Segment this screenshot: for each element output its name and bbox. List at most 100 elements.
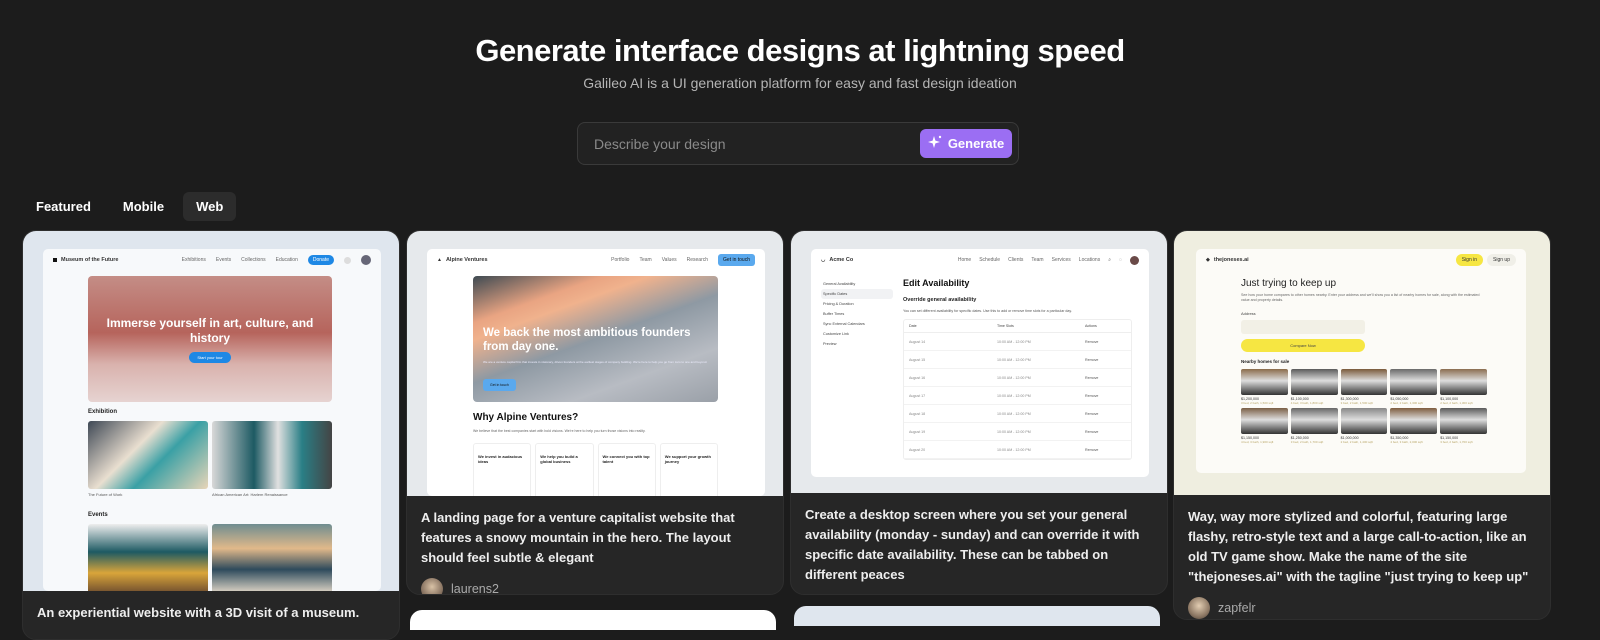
- table-cell: 10:00 AM - 12:00 PM: [997, 357, 1031, 362]
- preview-avatar: [1130, 255, 1139, 265]
- preview-compare-button: Compare Now: [1241, 339, 1365, 352]
- preview-brand: thejoneses.ai: [1213, 257, 1249, 263]
- design-card-availability[interactable]: ◡ Acme Co Home Schedule Clients Team Serv…: [790, 230, 1168, 595]
- table-cell: 10:00 AM - 12:00 PM: [997, 393, 1031, 398]
- sidebar-item: Preview: [823, 342, 837, 346]
- home-listing: $1,000,000 2 bed, 2 bath, 1,400 sqft: [1340, 408, 1388, 444]
- event-image: [88, 524, 208, 591]
- preview-nav: ◡ Acme Co Home Schedule Clients Team Serv…: [811, 249, 1149, 271]
- design-prompt-box: Generate: [577, 122, 1019, 165]
- remove-link: Remove: [1085, 357, 1099, 362]
- table-cell: 10:00 AM - 12:00 PM: [997, 339, 1031, 344]
- card-preview[interactable]: ◡ Acme Co Home Schedule Clients Team Serv…: [791, 231, 1167, 493]
- card-caption: An experiential website with a 3D visit …: [37, 605, 360, 620]
- logo-icon: [53, 258, 57, 262]
- author-name[interactable]: zapfelr: [1218, 601, 1256, 615]
- column-header: Time Slots: [997, 324, 1014, 328]
- preview-hero-text: We are a venture capital firm that inves…: [483, 360, 708, 364]
- preview-nav-link: Exhibitions: [181, 257, 206, 263]
- card-author[interactable]: abbyc: [791, 585, 1167, 594]
- card-caption: A landing page for a venture capitalist …: [421, 510, 735, 565]
- preview-nav-link: Team: [1031, 257, 1044, 263]
- home-details: 3 bed, 2 bath, 1,700 sqft: [1440, 440, 1473, 444]
- preview-address-label: Address: [1241, 311, 1256, 316]
- generate-button[interactable]: Generate: [920, 129, 1012, 158]
- preview-nav-link: Research: [686, 257, 709, 263]
- home-details: 4 bed, 3 bath, 2,000 sqft: [1390, 440, 1423, 444]
- column-header: Actions: [1085, 324, 1097, 328]
- preview-subtitle: Override general availability: [903, 297, 977, 303]
- preview-description: See how your home compares to other home…: [1241, 293, 1480, 302]
- exhibit-image: [212, 421, 332, 489]
- home-image: [1390, 408, 1438, 434]
- remove-link: Remove: [1085, 339, 1099, 344]
- card-preview[interactable]: ▲ Alpine Ventures Portfolio Team Values R…: [407, 231, 783, 496]
- table-row: August 14 10:00 AM - 12:00 PM Remove: [904, 333, 1131, 351]
- author-name[interactable]: laurens2: [451, 582, 499, 594]
- home-listing: $1,150,000 4 bed, 3 bath, 1,900 sqft: [1241, 408, 1288, 444]
- preview-nav-link: Locations: [1078, 257, 1101, 263]
- home-listing: $1,250,000 3 bed, 2 bath, 1,700 sqft: [1290, 408, 1338, 444]
- table-row: August 20 10:00 AM - 12:00 PM Remove: [904, 441, 1131, 459]
- author-avatar: [421, 578, 443, 594]
- preview-hero-title: Immerse yourself in art, culture, and hi…: [106, 315, 314, 345]
- card-author[interactable]: zapfelr: [1174, 587, 1550, 619]
- feature-grid: ○ We invest in audacious ideas ◒ We help y…: [473, 443, 718, 496]
- sidebar-item: Customize Link: [823, 332, 849, 336]
- home-details: 3 bed, 2 bath, 1,500 sqft: [1241, 401, 1274, 405]
- remove-link: Remove: [1085, 375, 1099, 380]
- preview-nav-link: Services: [1051, 257, 1071, 263]
- home-listing: $1,100,000 4 bed, 3 bath, 1,800 sqft: [1290, 369, 1338, 405]
- preview-title: Edit Availability: [903, 278, 970, 288]
- table-cell: August 18: [909, 411, 926, 416]
- remove-link: Remove: [1085, 411, 1099, 416]
- sidebar-item: General Availability: [823, 282, 856, 286]
- preview-frame: ◆ thejoneses.ai Sign in Sign up Just tryi…: [1196, 249, 1526, 473]
- preview-cta-button: Get in touch: [718, 254, 755, 266]
- remove-link: Remove: [1085, 429, 1099, 434]
- preview-sign-up-button: Sign up: [1487, 254, 1516, 266]
- preview-brand: Acme Co: [829, 257, 854, 263]
- page-subtitle: Galileo AI is a UI generation platform f…: [583, 75, 1017, 91]
- card-preview[interactable]: ◆ thejoneses.ai Sign in Sign up Just tryi…: [1174, 231, 1550, 495]
- design-card-joneses[interactable]: ◆ thejoneses.ai Sign in Sign up Just tryi…: [1173, 230, 1551, 620]
- design-card-alpine[interactable]: ▲ Alpine Ventures Portfolio Team Values R…: [406, 230, 784, 595]
- table-cell: August 17: [909, 393, 926, 398]
- preview-nav-link: Education: [275, 257, 298, 263]
- design-card-museum[interactable]: Museum of the Future Exhibitions Events …: [22, 230, 400, 640]
- sidebar-item: Pricing & Duration: [823, 302, 854, 306]
- remove-link: Remove: [1085, 393, 1099, 398]
- feature-card: ◔ We support your growth journey: [659, 443, 718, 496]
- table-row: August 15 10:00 AM - 12:00 PM Remove: [904, 351, 1131, 369]
- homes-grid: $1,200,000 3 bed, 2 bath, 1,500 sqft $1,10…: [1241, 369, 1487, 444]
- home-image: [1440, 369, 1487, 395]
- preview-address-input: [1241, 320, 1365, 334]
- card-author[interactable]: laurens2: [407, 568, 783, 594]
- home-details: 3 bed, 2 bath, 1,700 sqft: [1290, 440, 1324, 444]
- preview-frame: Museum of the Future Exhibitions Events …: [43, 249, 381, 591]
- preview-brand: Museum of the Future: [61, 257, 119, 263]
- sidebar-item: Sync External Calendars: [823, 322, 865, 326]
- generate-label: Generate: [947, 136, 1005, 151]
- table-cell: August 16: [909, 375, 926, 380]
- home-details: 4 bed, 3 bath, 1,900 sqft: [1241, 440, 1274, 444]
- table-cell: August 20: [909, 447, 926, 452]
- card-preview[interactable]: Museum of the Future Exhibitions Events …: [23, 231, 399, 591]
- page-title: Generate interface designs at lightning …: [475, 33, 1125, 68]
- preview-hero-title: We back the most ambitious founders from…: [483, 327, 691, 353]
- home-details: 2 bed, 2 bath, 1,400 sqft: [1340, 440, 1373, 444]
- home-details: 3 bed, 2 bath, 1,500 sqft: [1340, 401, 1373, 405]
- feature-title: We support your growth journey: [664, 454, 711, 464]
- table-cell: 10:00 AM - 12:00 PM: [997, 375, 1031, 380]
- tab-web[interactable]: Web: [183, 192, 237, 221]
- design-prompt-input[interactable]: [594, 134, 894, 154]
- preview-nav-link: Collections: [241, 257, 266, 263]
- home-image: [1241, 408, 1288, 434]
- preview-nav-link: Portfolio: [611, 257, 630, 263]
- table-cell: 10:00 AM - 12:00 PM: [997, 447, 1031, 452]
- mountain-logo-icon: ▲: [437, 257, 442, 263]
- tab-featured[interactable]: Featured: [23, 192, 104, 221]
- author-avatar: [1188, 597, 1210, 619]
- logo-icon: ◡: [821, 257, 826, 263]
- tab-mobile[interactable]: Mobile: [110, 192, 177, 221]
